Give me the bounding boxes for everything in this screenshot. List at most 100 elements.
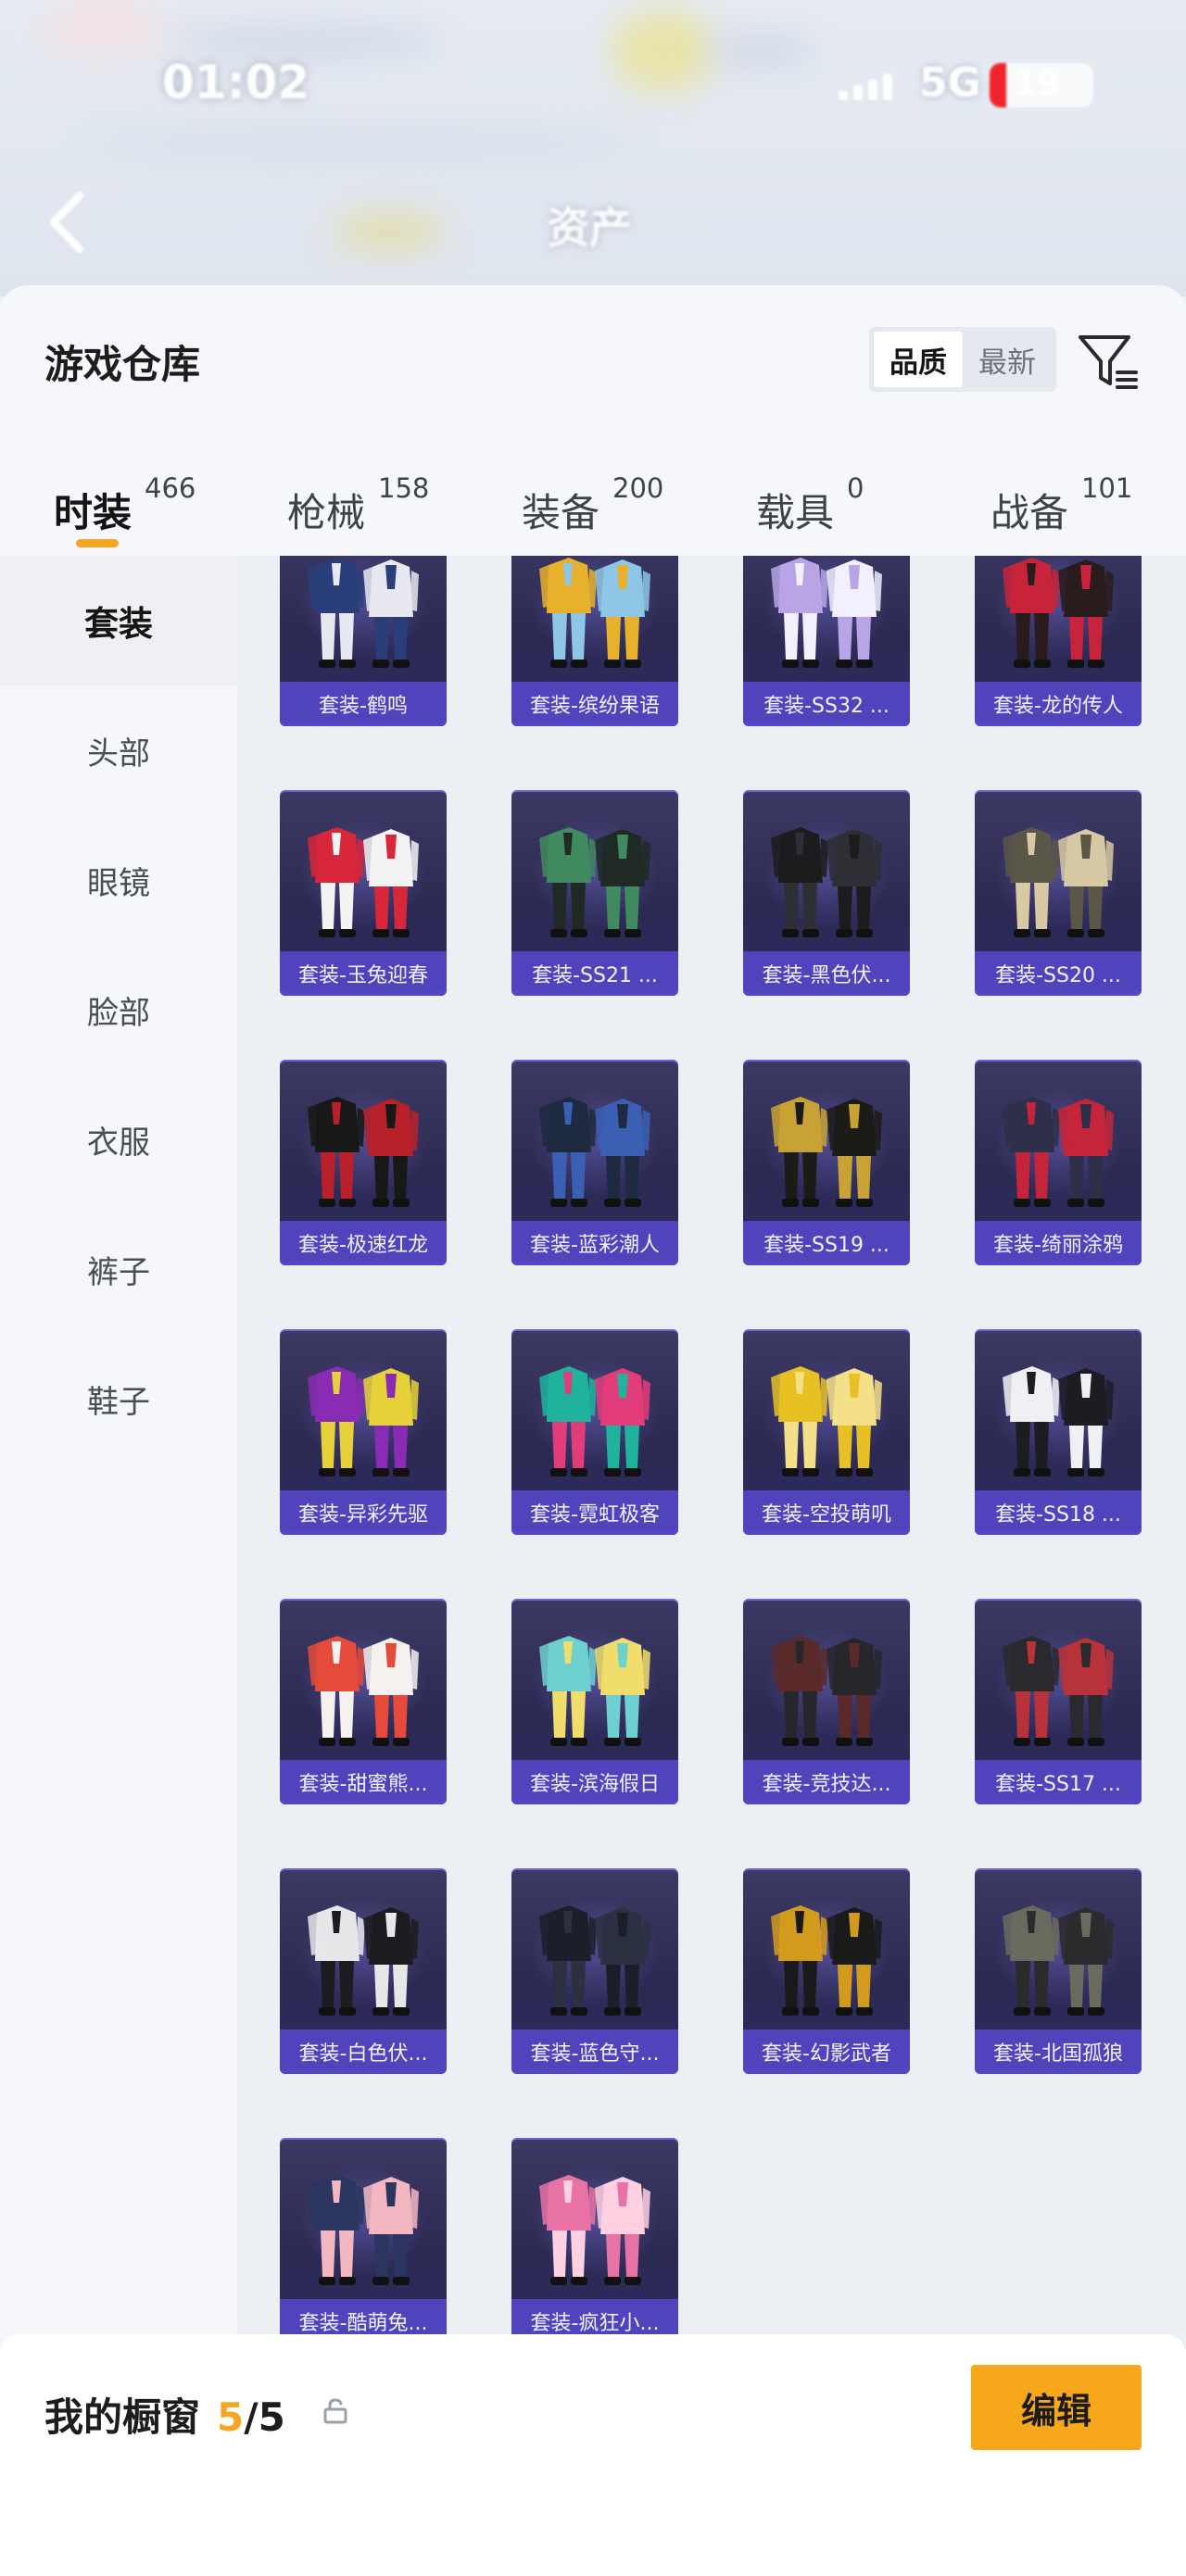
filter-icon[interactable]	[1077, 332, 1140, 393]
outfit-card[interactable]: 套装-SS18 ...	[975, 1329, 1142, 1535]
nav-title: 资产	[547, 203, 632, 253]
tab-label: 载具	[756, 490, 835, 535]
outfit-thumbnail-icon	[308, 1636, 419, 1746]
outfit-name: 套装-鹤鸣	[280, 682, 447, 726]
tab-count: 466	[145, 472, 196, 504]
outfit-card[interactable]: 套装-幻影武者	[743, 1868, 910, 2074]
outfit-name: 套装-异彩先驱	[280, 1490, 447, 1535]
showcase-bar: 我的橱窗 5 /5 编辑	[0, 2334, 1186, 2576]
outfit-thumbnail-icon	[308, 558, 419, 668]
outfit-thumbnail-icon	[771, 1097, 882, 1207]
tab-label: 战备	[990, 490, 1069, 535]
lock-icon	[323, 2398, 347, 2424]
outfit-thumbnail-icon	[1003, 558, 1114, 668]
outfit-name: 套装-SS21 ...	[511, 951, 678, 996]
showcase-current-count: 5	[217, 2394, 245, 2440]
outfit-card[interactable]: 套装-SS20 ...	[975, 790, 1142, 996]
outfit-name: 套装-SS17 ...	[975, 1760, 1142, 1804]
outfit-name: 套装-蓝彩潮人	[511, 1221, 678, 1265]
showcase-title-group: 我的橱窗 5 /5	[44, 2386, 285, 2443]
outfit-card[interactable]: 套装-玉兔迎春	[280, 790, 447, 996]
outfit-card[interactable]: 套装-绮丽涂鸦	[975, 1060, 1142, 1265]
sort-option-newest[interactable]: 最新	[963, 332, 1052, 387]
outfit-name: 套装-SS20 ...	[975, 951, 1142, 996]
outfit-thumbnail-icon	[539, 827, 650, 937]
outfit-name: 套装-SS18 ...	[975, 1490, 1142, 1535]
outfit-card[interactable]: 套装-SS21 ...	[511, 790, 678, 996]
outfit-thumbnail-icon	[539, 1097, 650, 1207]
outfit-card[interactable]: 套装-疯狂小...	[511, 2138, 678, 2344]
tab-count: 158	[378, 472, 430, 504]
outfit-thumbnail-icon	[1003, 827, 1114, 937]
outfit-card[interactable]: 套装-缤纷果语	[511, 556, 678, 726]
outfit-thumbnail-icon	[771, 558, 882, 668]
outfit-card[interactable]: 套装-SS32 ...	[743, 556, 910, 726]
outfit-name: 套装-玉兔迎春	[280, 951, 447, 996]
outfit-card[interactable]: 套装-空投萌叽	[743, 1329, 910, 1535]
outfit-name: 套装-SS32 ...	[743, 682, 910, 726]
outfit-name: 套装-黑色伏...	[743, 951, 910, 996]
showcase-title: 我的橱窗	[44, 2394, 201, 2440]
outfit-thumbnail-icon	[308, 1905, 419, 2016]
tab-count: 101	[1081, 472, 1133, 504]
outfit-thumbnail-icon	[539, 1636, 650, 1746]
outfit-card[interactable]: 套装-酷萌兔...	[280, 2138, 447, 2344]
outfit-card[interactable]: 套装-SS17 ...	[975, 1599, 1142, 1804]
outfit-name: 套装-霓虹极客	[511, 1490, 678, 1535]
showcase-total-count: /5	[244, 2394, 285, 2440]
outfit-name: 套装-滨海假日	[511, 1760, 678, 1804]
outfit-thumbnail-icon	[308, 1097, 419, 1207]
outfit-card[interactable]: 套装-白色伏...	[280, 1868, 447, 2074]
outfit-thumbnail-icon	[771, 1366, 882, 1476]
outfit-name: 套装-蓝色守...	[511, 2029, 678, 2074]
active-tab-indicator	[76, 539, 119, 547]
outfit-name: 套装-甜蜜熊...	[280, 1760, 447, 1804]
outfit-thumbnail-icon	[1003, 1097, 1114, 1207]
battery-level: 19	[1014, 65, 1061, 103]
tab-count: 200	[612, 472, 664, 504]
outfit-thumbnail-icon	[771, 1905, 882, 2016]
sidebar-item-shoes[interactable]: 鞋子	[0, 1334, 237, 1464]
outfit-thumbnail-icon	[1003, 1905, 1114, 2016]
item-grid: 套装-鹤鸣 套装-缤纷果语 套装-SS32 ... 套装-龙的传人 套装-玉兔迎春 套装-…	[237, 556, 1186, 2576]
outfit-thumbnail-icon	[539, 1905, 650, 2016]
clock: 01:02	[162, 56, 310, 109]
back-arrow-icon[interactable]	[46, 190, 87, 255]
outfit-name: 套装-绮丽涂鸦	[975, 1221, 1142, 1265]
outfit-card[interactable]: 套装-异彩先驱	[280, 1329, 447, 1535]
outfit-card[interactable]: 套装-龙的传人	[975, 556, 1142, 726]
outfit-name: 套装-竞技达...	[743, 1760, 910, 1804]
outfit-card[interactable]: 套装-甜蜜熊...	[280, 1599, 447, 1804]
outfit-thumbnail-icon	[308, 2175, 419, 2285]
outfit-card[interactable]: 套装-竞技达...	[743, 1599, 910, 1804]
outfit-name: 套装-SS19 ...	[743, 1221, 910, 1265]
sidebar-item-glasses[interactable]: 眼镜	[0, 815, 237, 945]
sidebar-item-pants[interactable]: 裤子	[0, 1204, 237, 1334]
outfit-card[interactable]: 套装-鹤鸣	[280, 556, 447, 726]
signal-icon	[839, 67, 903, 100]
sidebar-item-suit[interactable]: 套装	[0, 556, 237, 685]
sidebar-item-head[interactable]: 头部	[0, 685, 237, 815]
sort-toggle: 品质 最新	[869, 327, 1056, 392]
tab-label: 时装	[54, 490, 132, 535]
outfit-thumbnail-icon	[539, 1366, 650, 1476]
outfit-thumbnail-icon	[771, 827, 882, 937]
outfit-card[interactable]: 套装-蓝色守...	[511, 1868, 678, 2074]
tab-count: 0	[847, 472, 864, 504]
outfit-name: 套装-缤纷果语	[511, 682, 678, 726]
outfit-card[interactable]: 套装-蓝彩潮人	[511, 1060, 678, 1265]
outfit-thumbnail-icon	[771, 1636, 882, 1746]
outfit-name: 套装-白色伏...	[280, 2029, 447, 2074]
outfit-card[interactable]: 套装-北国孤狼	[975, 1868, 1142, 2074]
sidebar-item-clothes[interactable]: 衣服	[0, 1074, 237, 1204]
outfit-thumbnail-icon	[1003, 1366, 1114, 1476]
outfit-card[interactable]: 套装-极速红龙	[280, 1060, 447, 1265]
outfit-card[interactable]: 套装-滨海假日	[511, 1599, 678, 1804]
edit-button[interactable]: 编辑	[971, 2365, 1142, 2450]
outfit-card[interactable]: 套装-霓虹极客	[511, 1329, 678, 1535]
sort-option-quality[interactable]: 品质	[874, 332, 963, 387]
sidebar-item-face[interactable]: 脸部	[0, 945, 237, 1074]
outfit-name: 套装-北国孤狼	[975, 2029, 1142, 2074]
outfit-card[interactable]: 套装-黑色伏...	[743, 790, 910, 996]
outfit-card[interactable]: 套装-SS19 ...	[743, 1060, 910, 1265]
